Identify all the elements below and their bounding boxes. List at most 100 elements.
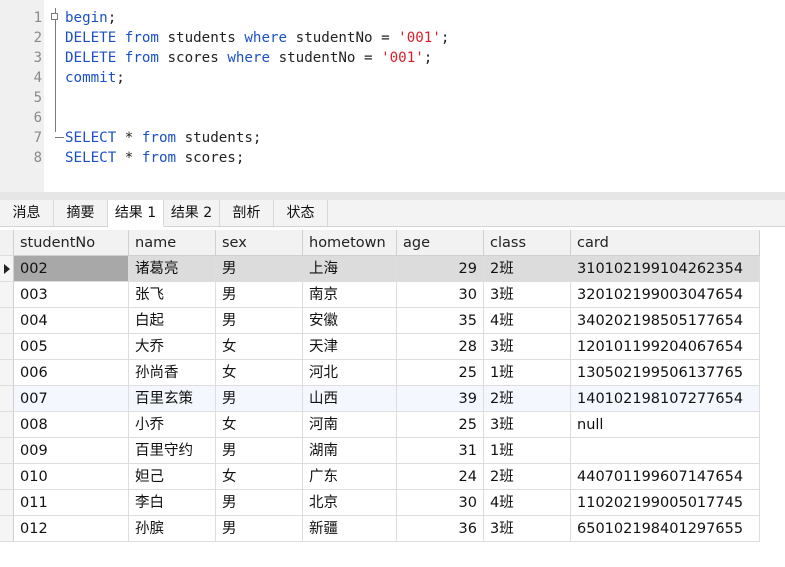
cell-age[interactable]: 29 xyxy=(397,256,484,282)
cell-card[interactable]: 440701199607147654 xyxy=(571,464,760,490)
code-line[interactable]: 4 commit; xyxy=(0,68,785,88)
cell-name[interactable]: 张飞 xyxy=(129,282,216,308)
cell-card[interactable]: 140102198107277654 xyxy=(571,386,760,412)
row-indicator[interactable] xyxy=(0,360,14,386)
cell-studentNo[interactable]: 005 xyxy=(14,334,129,360)
cell-hometown[interactable]: 南京 xyxy=(303,282,397,308)
column-header-class[interactable]: class xyxy=(484,230,571,256)
cell-class[interactable]: 3班 xyxy=(484,282,571,308)
cell-class[interactable]: 1班 xyxy=(484,438,571,464)
code-line[interactable]: 2 DELETE from students where studentNo = … xyxy=(0,28,785,48)
cell-class[interactable]: 2班 xyxy=(484,256,571,282)
row-indicator[interactable] xyxy=(0,334,14,360)
table-row[interactable]: 005 大乔女天津 28 3班 120101199204067654 xyxy=(0,334,760,360)
table-row[interactable]: 008 小乔女河南 25 3班 null xyxy=(0,412,760,438)
cell-studentNo[interactable]: 002 xyxy=(14,256,129,282)
cell-card[interactable]: 310102199104262354 xyxy=(571,256,760,282)
cell-sex[interactable]: 男 xyxy=(216,256,303,282)
cell-age[interactable]: 36 xyxy=(397,516,484,542)
row-indicator[interactable] xyxy=(0,438,14,464)
cell-name[interactable]: 大乔 xyxy=(129,334,216,360)
cell-age[interactable]: 25 xyxy=(397,360,484,386)
cell-sex[interactable]: 女 xyxy=(216,334,303,360)
cell-name[interactable]: 妲己 xyxy=(129,464,216,490)
cell-studentNo[interactable]: 007 xyxy=(14,386,129,412)
cell-age[interactable]: 28 xyxy=(397,334,484,360)
cell-sex[interactable]: 女 xyxy=(216,412,303,438)
cell-card[interactable]: null xyxy=(571,412,760,438)
cell-sex[interactable]: 男 xyxy=(216,516,303,542)
cell-studentNo[interactable]: 011 xyxy=(14,490,129,516)
cell-card[interactable]: 650102198401297655 xyxy=(571,516,760,542)
tab-2[interactable]: 结果 1 xyxy=(108,200,164,227)
cell-studentNo[interactable]: 003 xyxy=(14,282,129,308)
cell-card[interactable] xyxy=(571,438,760,464)
cell-sex[interactable]: 男 xyxy=(216,438,303,464)
cell-hometown[interactable]: 安徽 xyxy=(303,308,397,334)
cell-class[interactable]: 3班 xyxy=(484,334,571,360)
cell-class[interactable]: 4班 xyxy=(484,490,571,516)
cell-card[interactable]: 130502199506137765 xyxy=(571,360,760,386)
cell-class[interactable]: 3班 xyxy=(484,516,571,542)
cell-age[interactable]: 25 xyxy=(397,412,484,438)
column-header-age[interactable]: age xyxy=(397,230,484,256)
header-row[interactable]: studentNo name sex hometown age class card xyxy=(0,230,760,256)
row-indicator[interactable] xyxy=(0,308,14,334)
cell-hometown[interactable]: 山西 xyxy=(303,386,397,412)
row-indicator[interactable] xyxy=(0,412,14,438)
cell-studentNo[interactable]: 009 xyxy=(14,438,129,464)
table-row[interactable]: 006 孙尚香女河北 25 1班 130502199506137765 xyxy=(0,360,760,386)
cell-name[interactable]: 百里玄策 xyxy=(129,386,216,412)
table-row[interactable]: 010 妲己女广东 24 2班 440701199607147654 xyxy=(0,464,760,490)
column-header-card[interactable]: card xyxy=(571,230,760,256)
cell-name[interactable]: 小乔 xyxy=(129,412,216,438)
table-row[interactable]: 007 百里玄策男山西 39 2班 140102198107277654 xyxy=(0,386,760,412)
cell-hometown[interactable]: 新疆 xyxy=(303,516,397,542)
cell-card[interactable]: 320102199003047654 xyxy=(571,282,760,308)
row-indicator[interactable] xyxy=(0,516,14,542)
cell-sex[interactable]: 女 xyxy=(216,360,303,386)
cell-class[interactable]: 4班 xyxy=(484,308,571,334)
cell-sex[interactable]: 男 xyxy=(216,386,303,412)
cell-class[interactable]: 2班 xyxy=(484,464,571,490)
row-indicator[interactable] xyxy=(0,282,14,308)
cell-studentNo[interactable]: 010 xyxy=(14,464,129,490)
cell-sex[interactable]: 男 xyxy=(216,308,303,334)
cell-studentNo[interactable]: 012 xyxy=(14,516,129,542)
cell-name[interactable]: 孙尚香 xyxy=(129,360,216,386)
sql-editor[interactable]: 1 begin; 2 DELETE from students where stude… xyxy=(0,0,785,196)
cell-age[interactable]: 31 xyxy=(397,438,484,464)
cell-card[interactable]: 120101199204067654 xyxy=(571,334,760,360)
column-header-name[interactable]: name xyxy=(129,230,216,256)
row-indicator[interactable] xyxy=(0,256,14,282)
row-indicator[interactable] xyxy=(0,230,14,256)
cell-studentNo[interactable]: 004 xyxy=(14,308,129,334)
cell-hometown[interactable]: 北京 xyxy=(303,490,397,516)
column-header-hometown[interactable]: hometown xyxy=(303,230,397,256)
code-line[interactable]: 1 begin; xyxy=(0,8,785,28)
cell-sex[interactable]: 男 xyxy=(216,490,303,516)
row-indicator[interactable] xyxy=(0,386,14,412)
cell-name[interactable]: 李白 xyxy=(129,490,216,516)
cell-studentNo[interactable]: 008 xyxy=(14,412,129,438)
splitter[interactable] xyxy=(0,192,785,200)
cell-hometown[interactable]: 上海 xyxy=(303,256,397,282)
tab-4[interactable]: 剖析 xyxy=(220,200,274,226)
code-line[interactable]: 7 SELECT * from students; xyxy=(0,128,785,148)
cell-hometown[interactable]: 河北 xyxy=(303,360,397,386)
cell-age[interactable]: 35 xyxy=(397,308,484,334)
cell-name[interactable]: 白起 xyxy=(129,308,216,334)
table-row[interactable]: 009 百里守约男湖南 31 1班 xyxy=(0,438,760,464)
cell-class[interactable]: 1班 xyxy=(484,360,571,386)
cell-sex[interactable]: 女 xyxy=(216,464,303,490)
table-row[interactable]: 011 李白男北京 30 4班 110202199005017745 xyxy=(0,490,760,516)
code-line[interactable]: 3 DELETE from scores where studentNo = '0… xyxy=(0,48,785,68)
cell-name[interactable]: 百里守约 xyxy=(129,438,216,464)
tab-0[interactable]: 消息 xyxy=(0,200,54,226)
row-indicator[interactable] xyxy=(0,464,14,490)
code-line[interactable]: 6 xyxy=(0,108,785,128)
cell-hometown[interactable]: 湖南 xyxy=(303,438,397,464)
code-line[interactable]: 5 xyxy=(0,88,785,108)
cell-age[interactable]: 30 xyxy=(397,282,484,308)
cell-name[interactable]: 孙膑 xyxy=(129,516,216,542)
